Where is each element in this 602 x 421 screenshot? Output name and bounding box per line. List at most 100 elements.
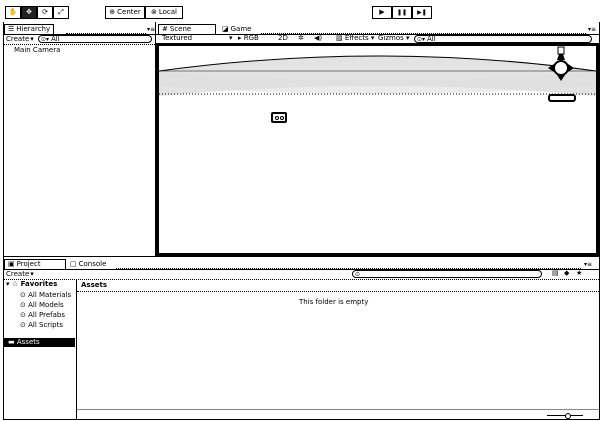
hierarchy-panel: ☰ Hierarchy ▾≡ Create ▾ ⊙▾ All Main Came… [4,22,155,255]
move-tool-button[interactable]: ✥ [21,6,37,19]
favorites-star-icon: ☆ [11,280,19,288]
favorite-label: All Models [28,301,64,309]
scene-grid-icon: # [162,25,168,33]
local-space-icon: ⊗ [150,8,157,16]
pause-button[interactable]: ❚❚ [392,6,412,19]
favorite-label: All Materials [28,291,72,299]
console-icon: ▢ [70,260,77,268]
game-icon: ◪ [222,25,229,33]
chevron-down-icon: ▾ [406,34,410,42]
project-content: Assets This folder is empty [77,280,599,419]
panel-menu-icon[interactable]: ▾≡ [147,25,155,34]
hierarchy-item-main-camera[interactable]: Main Camera [14,46,60,55]
gizmos-dropdown[interactable]: Gizmos ▾ [378,34,410,43]
scale-icon: ⤢ [58,8,64,16]
tab-hierarchy-label: Hierarchy [16,25,51,33]
scale-tool-button[interactable]: ⤢ [53,6,69,19]
favorite-label: All Scripts [28,321,63,329]
project-tree: ▾ ☆ Favorites ⊙ All Materials ⊙ All Mode… [4,280,76,419]
panel-menu-icon[interactable]: ▾≡ [588,25,596,34]
expand-arrow-icon: ▾ [6,280,10,288]
hierarchy-create-button[interactable]: Create ▾ [6,35,36,43]
tab-project[interactable]: ▣ Project [4,259,66,269]
favorites-label: Favorites [20,280,58,288]
pivot-icon: ⊕ [109,8,116,16]
step-button[interactable]: ▶❚ [412,6,432,19]
shading-mode-label: Textured [162,34,193,42]
favorite-item-all-prefabs[interactable]: ⊙ All Prefabs [20,311,65,320]
pivot-center-label: Center [117,8,141,16]
lighting-icon[interactable]: ✲ [298,34,304,43]
chevron-down-icon: ▾ [229,34,233,42]
effects-dropdown[interactable]: ▧ Effects ▾ [336,34,374,43]
space-local-label: Local [158,8,178,16]
filter-by-label-icon[interactable]: ◆ [564,269,569,278]
orientation-gizmo-icon[interactable] [546,46,576,82]
space-local-button[interactable]: ⊗ Local [145,6,183,19]
hierarchy-search-input[interactable]: ⊙▾ All [38,35,152,43]
shading-mode-dropdown[interactable]: Textured [162,34,192,43]
hand-icon: ✋ [8,8,18,16]
camera-gizmo-icon[interactable] [271,112,287,123]
panel-menu-icon[interactable]: ▾≡ [584,260,592,269]
chevron-down-icon: ▾ [30,269,34,278]
assets-breadcrumb[interactable]: Assets [81,281,107,290]
rotate-icon: ⟳ [42,8,48,16]
list-icon: ☰ [8,25,15,33]
persp-label-icon[interactable] [548,94,576,102]
render-mode-dropdown[interactable]: ▸ RGB [238,34,259,43]
empty-folder-message: This folder is empty [299,298,369,306]
rotate-tool-button[interactable]: ⟳ [37,6,53,19]
play-button[interactable]: ▶ [372,6,392,19]
pause-icon: ❚❚ [396,8,408,16]
search-icon: ⊙ [20,311,26,319]
favorite-item-all-scripts[interactable]: ⊙ All Scripts [20,321,63,330]
favorite-item-all-models[interactable]: ⊙ All Models [20,301,64,310]
tab-hierarchy[interactable]: ☰ Hierarchy [4,24,55,34]
move-icon: ✥ [26,8,32,16]
step-icon: ▶❚ [417,8,427,16]
scene-canvas [159,55,596,96]
hierarchy-create-label: Create [6,34,30,43]
project-panel: ▣ Project ▢ Console ▾≡ Create ▾ ⊙ ▤ ◆ ★ … [4,257,599,419]
chevron-down-icon: ▾ [30,34,34,43]
assets-root-label: Assets [16,338,40,346]
tab-console[interactable]: ▢ Console [70,260,106,269]
project-folder-icon: ▣ [8,260,15,268]
effects-label: Effects [344,34,369,42]
search-icon: ⊙ [20,301,26,309]
tab-console-label: Console [78,260,107,268]
favorite-item-all-materials[interactable]: ⊙ All Materials [20,291,71,300]
project-search-input[interactable]: ⊙ [352,270,542,278]
audio-icon[interactable]: ◀) [314,34,322,43]
search-icon: ⊙ [20,291,26,299]
gizmos-label: Gizmos [378,34,404,42]
scene-viewport[interactable] [156,43,599,256]
project-create-button[interactable]: Create ▾ [6,270,38,278]
hand-tool-button[interactable]: ✋ [5,6,21,19]
filter-by-type-icon[interactable]: ▤ [552,269,559,278]
tab-game[interactable]: ◪ Game [222,25,251,34]
chevron-down-icon: ▾ [370,34,375,42]
search-icon: ⊙ [355,271,361,278]
favorites-header[interactable]: ▾ ☆ Favorites [6,280,57,289]
toggle-2d-label: 2D [278,34,288,42]
chevron-down-icon: ▸ [238,34,242,42]
play-icon: ▶ [379,8,385,16]
tab-project-label: Project [16,260,41,268]
search-icon: ⊙▾ [41,36,50,43]
tab-scene[interactable]: # Scene [158,24,216,34]
folder-icon: ▬ [8,338,15,346]
scene-search-input[interactable]: ⊙▾ All [414,35,592,43]
toggle-2d-button[interactable]: 2D [278,34,288,43]
assets-root-folder[interactable]: ▬ Assets [4,338,75,347]
pivot-center-button[interactable]: ⊕ Center [105,6,145,19]
favorite-star-icon[interactable]: ★ [576,269,582,278]
hierarchy-search-placeholder: All [51,35,60,43]
project-create-label: Create [6,269,30,278]
tab-scene-label: Scene [169,25,192,33]
effects-icon: ▧ [336,34,343,42]
favorite-label: All Prefabs [28,311,65,319]
render-mode-label: RGB [243,34,259,42]
tab-game-label: Game [230,25,252,33]
